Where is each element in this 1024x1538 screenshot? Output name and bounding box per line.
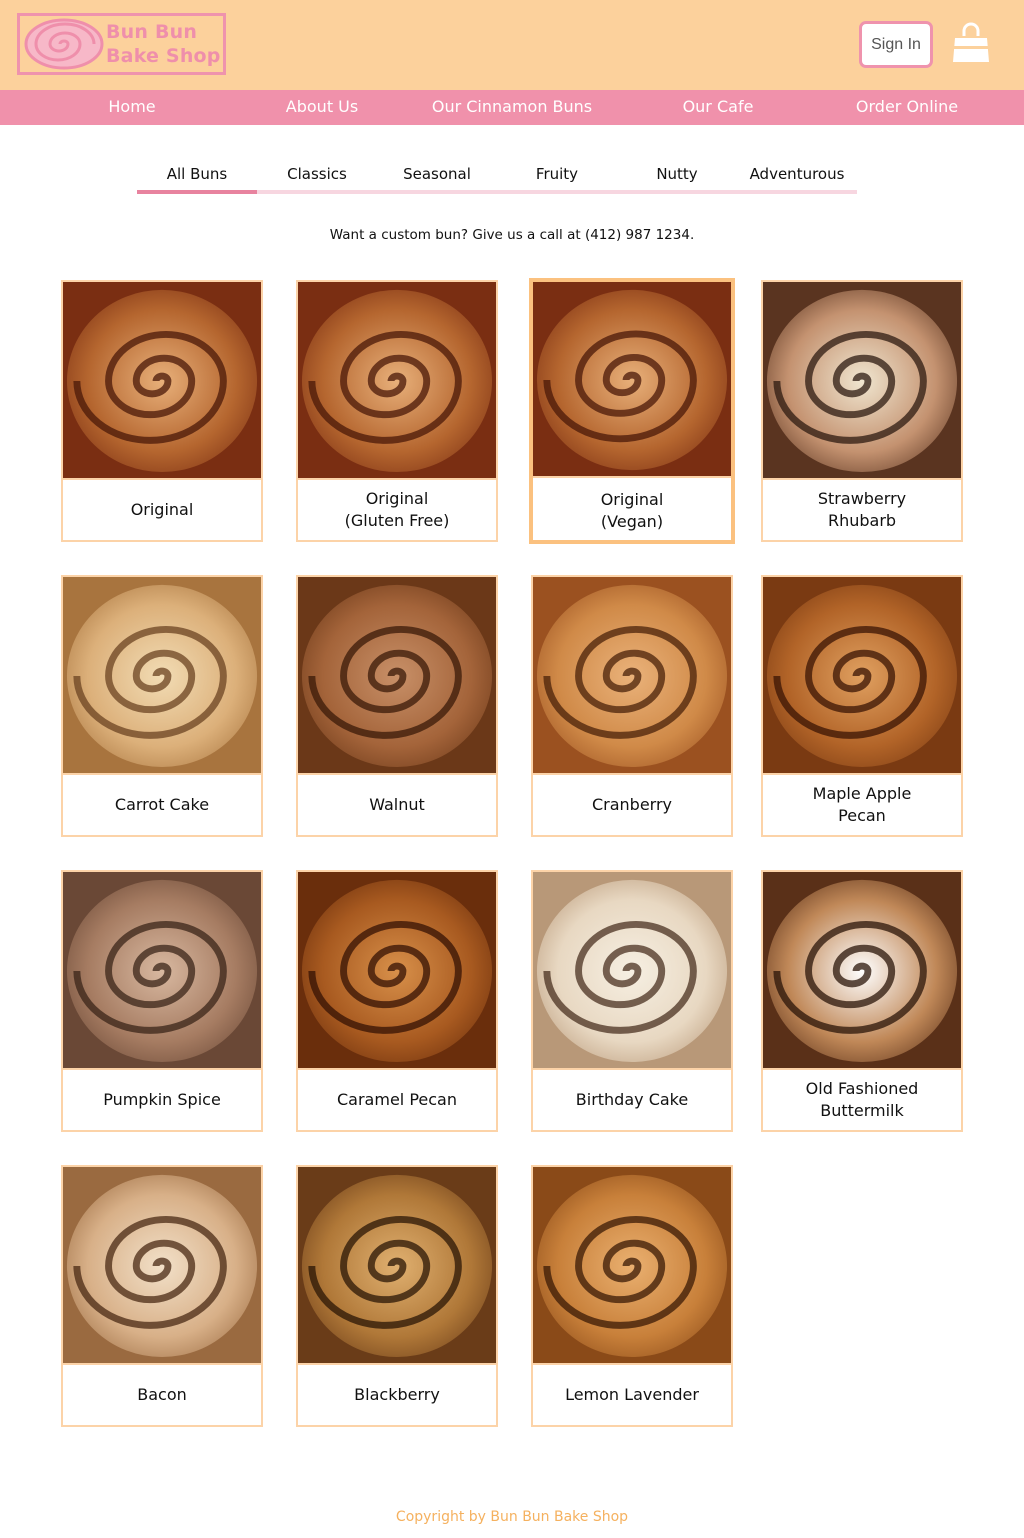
product-card[interactable]: Pumpkin Spice xyxy=(61,870,263,1132)
product-card[interactable]: Lemon Lavender xyxy=(531,1165,733,1427)
product-card[interactable]: Carrot Cake xyxy=(61,575,263,837)
product-image xyxy=(63,1167,261,1365)
filter-active-indicator xyxy=(137,190,257,194)
product-name: Bacon xyxy=(137,1385,187,1404)
filter-tab-fruity[interactable]: Fruity xyxy=(497,160,617,190)
product-card[interactable]: Walnut xyxy=(296,575,498,837)
shopping-bag-icon[interactable] xyxy=(951,22,991,66)
site-logo[interactable]: Bun Bun Bake Shop xyxy=(17,13,226,75)
product-card[interactable]: Original (Vegan) xyxy=(529,278,735,544)
product-image xyxy=(298,1167,496,1365)
product-card[interactable]: Caramel Pecan xyxy=(296,870,498,1132)
product-name: Caramel Pecan xyxy=(337,1090,457,1109)
category-filter-tabs: All Buns Classics Seasonal Fruity Nutty … xyxy=(137,160,857,194)
product-card[interactable]: Original xyxy=(61,280,263,542)
nav-about-us[interactable]: About Us xyxy=(252,90,392,125)
brand-line-1: Bun Bun xyxy=(106,21,198,43)
product-image xyxy=(63,577,261,775)
filter-tab-classics[interactable]: Classics xyxy=(257,160,377,190)
product-name: Cranberry xyxy=(591,795,673,814)
product-image xyxy=(533,1167,731,1365)
product-image xyxy=(63,282,261,480)
product-name: Maple Apple Pecan xyxy=(812,784,912,825)
filter-tab-adventurous[interactable]: Adventurous xyxy=(737,160,857,190)
filter-tab-seasonal[interactable]: Seasonal xyxy=(377,160,497,190)
product-image xyxy=(63,872,261,1070)
filter-tab-nutty[interactable]: Nutty xyxy=(617,160,737,190)
product-name: Pumpkin Spice xyxy=(103,1090,221,1109)
product-name: Walnut xyxy=(369,795,425,814)
product-card[interactable]: Cranberry xyxy=(531,575,733,837)
product-card[interactable]: Bacon xyxy=(61,1165,263,1427)
product-name: Old Fashioned Buttermilk xyxy=(805,1079,919,1120)
product-image xyxy=(533,872,731,1070)
main-navigation: Home About Us Our Cinnamon Buns Our Cafe… xyxy=(0,90,1024,125)
nav-home[interactable]: Home xyxy=(62,90,202,125)
product-name: Original (Gluten Free) xyxy=(344,489,450,530)
nav-order-online[interactable]: Order Online xyxy=(836,90,978,125)
product-image xyxy=(298,282,496,480)
product-card[interactable]: Original (Gluten Free) xyxy=(296,280,498,542)
product-name: Carrot Cake xyxy=(114,795,210,814)
product-image xyxy=(298,872,496,1070)
nav-our-cinnamon-buns[interactable]: Our Cinnamon Buns xyxy=(422,90,602,125)
product-name: Lemon Lavender xyxy=(565,1385,699,1404)
sign-in-button[interactable]: Sign In xyxy=(859,21,933,68)
product-name: Blackberry xyxy=(354,1385,440,1404)
brand-line-2: Bake Shop xyxy=(106,45,221,67)
site-header: Bun Bun Bake Shop Sign In xyxy=(0,0,1024,90)
brand-name: Bun Bun Bake Shop xyxy=(106,20,221,68)
product-card[interactable]: Strawberry Rhubarb xyxy=(761,280,963,542)
product-name: Original (Vegan) xyxy=(600,490,664,531)
product-image xyxy=(763,872,961,1070)
product-card[interactable]: Birthday Cake xyxy=(531,870,733,1132)
product-card[interactable]: Maple Apple Pecan xyxy=(761,575,963,837)
product-card[interactable]: Old Fashioned Buttermilk xyxy=(761,870,963,1132)
product-image xyxy=(533,282,731,478)
footer-copyright: Copyright by Bun Bun Bake Shop xyxy=(395,1509,629,1525)
nav-our-cafe[interactable]: Our Cafe xyxy=(648,90,788,125)
product-image xyxy=(763,282,961,480)
product-image xyxy=(533,577,731,775)
product-image xyxy=(763,577,961,775)
product-image xyxy=(298,577,496,775)
cinnamon-bun-logo-icon xyxy=(24,18,104,70)
custom-bun-callout: Want a custom bun? Give us a call at (41… xyxy=(329,227,695,243)
product-name: Birthday Cake xyxy=(575,1090,689,1109)
product-name: Original xyxy=(130,500,194,519)
product-name: Strawberry Rhubarb xyxy=(817,489,907,530)
filter-tab-all-buns[interactable]: All Buns xyxy=(137,160,257,190)
product-card[interactable]: Blackberry xyxy=(296,1165,498,1427)
